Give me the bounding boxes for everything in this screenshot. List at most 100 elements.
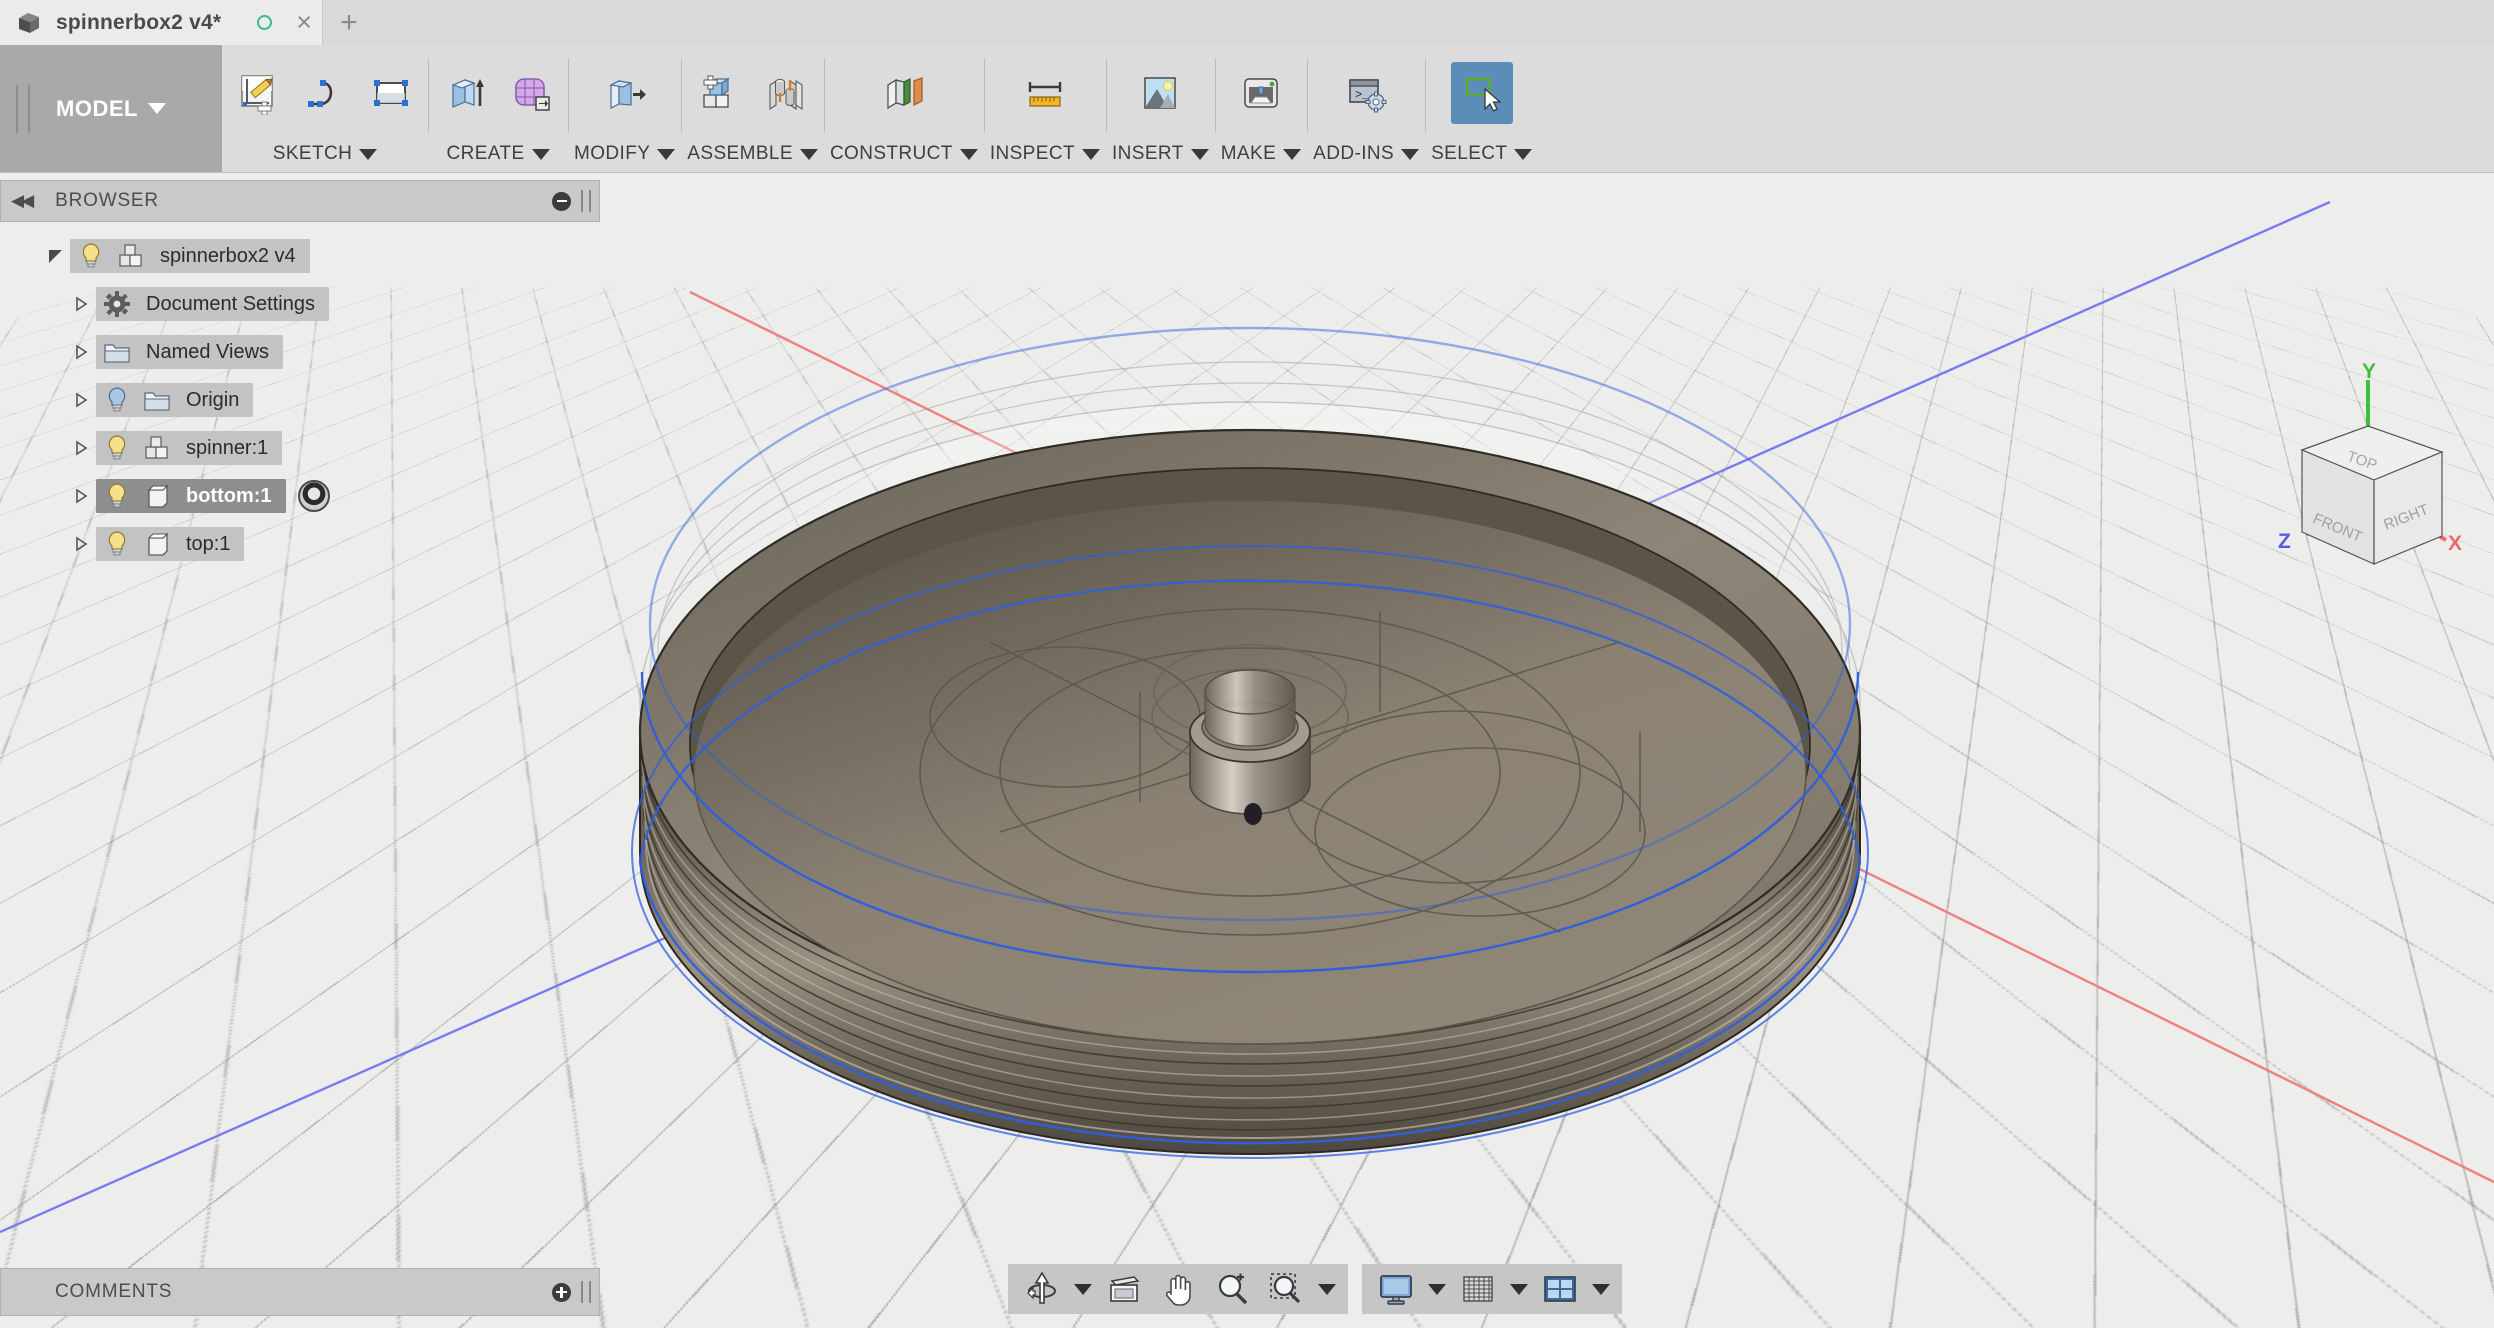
tree-row-root[interactable]: spinnerbox2 v4: [0, 232, 600, 280]
minimize-icon[interactable]: [552, 191, 571, 211]
comments-panel[interactable]: COMMENTS: [0, 1268, 600, 1316]
twisty-right-icon[interactable]: [66, 440, 96, 456]
new-component-icon[interactable]: [689, 62, 751, 124]
close-icon[interactable]: ×: [296, 9, 312, 36]
chevron-down-icon: [531, 148, 550, 160]
chevron-down-icon: [959, 148, 978, 160]
tree-item-bottom[interactable]: bottom:1: [96, 479, 286, 513]
ribbon-label-make[interactable]: MAKE: [1221, 137, 1302, 171]
twisty-right-icon[interactable]: [66, 296, 96, 312]
chevron-down-icon[interactable]: [1074, 1283, 1092, 1295]
chevron-down-icon[interactable]: [1592, 1283, 1610, 1295]
extrude-icon[interactable]: [434, 62, 496, 124]
body-icon: [147, 532, 169, 556]
ribbon-toolbar: MODEL SKETCH CREATE MODIFY ASSEMBLE CONS…: [0, 45, 2494, 173]
zoom-window-icon[interactable]: [1264, 1267, 1308, 1311]
tree-item-document-settings[interactable]: Document Settings: [96, 287, 329, 321]
tree-item-named-views[interactable]: Named Views: [96, 335, 284, 369]
navigation-bar: [1008, 1264, 1622, 1314]
select-window-icon[interactable]: [1450, 62, 1513, 124]
tree-row-document-settings[interactable]: Document Settings: [0, 280, 600, 328]
cube-faces: TOP FRONT RIGHT: [2300, 425, 2444, 565]
ribbon-group-addins: >_ ADD-INS: [1307, 45, 1425, 172]
chevron-down-icon: [657, 148, 676, 160]
light-bulb-icon[interactable]: [102, 529, 132, 559]
viewports-icon[interactable]: [1538, 1267, 1582, 1311]
panel-resize-handle[interactable]: [581, 190, 591, 212]
ribbon-groups: SKETCH CREATE MODIFY ASSEMBLE CONSTRUCT …: [222, 45, 2494, 172]
chevron-down-icon: [1401, 148, 1420, 160]
ribbon-label-modify[interactable]: MODIFY: [574, 137, 676, 171]
workspace-label: MODEL: [56, 95, 138, 121]
script-addin-icon[interactable]: >_: [1335, 62, 1397, 124]
light-bulb-icon[interactable]: [76, 241, 106, 271]
measure-icon[interactable]: [1014, 62, 1076, 124]
construct-icons: [873, 45, 935, 137]
addins-label: ADD-INS: [1313, 143, 1395, 164]
twisty-right-icon[interactable]: [66, 488, 96, 504]
cube-icon: [19, 12, 39, 33]
ribbon-label-create[interactable]: CREATE: [446, 137, 550, 171]
zoom-in-icon[interactable]: [1210, 1267, 1254, 1311]
svg-text:Y: Y: [2362, 360, 2376, 383]
ribbon-label-addins[interactable]: ADD-INS: [1313, 137, 1420, 171]
panel-resize-handle[interactable]: [581, 1281, 591, 1303]
joint-icon[interactable]: [755, 62, 817, 124]
light-bulb-icon[interactable]: [102, 385, 132, 415]
ribbon-label-insert[interactable]: INSERT: [1112, 137, 1209, 171]
chevron-down-icon[interactable]: [1510, 1283, 1528, 1295]
new-tab-button[interactable]: +: [323, 0, 376, 45]
nav-group-view: [1008, 1264, 1348, 1314]
insert-image-icon[interactable]: [1129, 62, 1191, 124]
look-at-icon[interactable]: [1102, 1267, 1146, 1311]
tree-item-origin[interactable]: Origin: [96, 383, 254, 417]
create-form-icon[interactable]: [500, 62, 562, 124]
tree-row-bottom[interactable]: bottom:1: [0, 472, 600, 520]
workspace-switcher[interactable]: MODEL: [0, 45, 222, 172]
tree-item-spinner[interactable]: spinner:1: [96, 431, 283, 465]
fusion360-window: Y Z X TOP FRONT RIGHT spinnerbox2 v4* × …: [0, 0, 2494, 1328]
select-icons: [1450, 45, 1513, 137]
light-bulb-icon[interactable]: [102, 481, 132, 511]
comments-title: COMMENTS: [55, 1281, 173, 1302]
twisty-right-icon[interactable]: [66, 536, 96, 552]
display-settings-icon[interactable]: [1374, 1267, 1418, 1311]
twisty-right-icon[interactable]: [66, 344, 96, 360]
chevron-down-icon[interactable]: [1428, 1283, 1446, 1295]
rectangle-icon[interactable]: [360, 62, 422, 124]
tree-item-top[interactable]: top:1: [96, 527, 245, 561]
tree-row-spinner[interactable]: spinner:1: [0, 424, 600, 472]
orbit-icon[interactable]: [1020, 1267, 1064, 1311]
collapse-left-icon[interactable]: ◀◀: [11, 191, 34, 211]
chevron-down-icon[interactable]: [1318, 1283, 1336, 1295]
add-comment-icon[interactable]: [552, 1282, 571, 1302]
inspect-label: INSPECT: [989, 143, 1075, 164]
tree-item-spinnerbox2[interactable]: spinnerbox2 v4: [70, 239, 310, 273]
contextual-target-icon[interactable]: [297, 480, 330, 512]
tree-row-named-views[interactable]: Named Views: [0, 328, 600, 376]
pan-hand-icon[interactable]: [1156, 1267, 1200, 1311]
create-sketch-icon[interactable]: [228, 62, 290, 124]
offset-plane-icon[interactable]: [873, 62, 935, 124]
body-icon: [147, 484, 169, 508]
ribbon-group-modify: MODIFY: [568, 45, 681, 172]
view-cube[interactable]: Y Z X TOP FRONT RIGHT: [2250, 352, 2480, 572]
ribbon-label-assemble[interactable]: ASSEMBLE: [687, 137, 818, 171]
twisty-right-icon[interactable]: [66, 392, 96, 408]
document-tab[interactable]: spinnerbox2 v4* ×: [0, 0, 324, 45]
tree-row-top[interactable]: top:1: [0, 520, 600, 568]
3d-print-icon[interactable]: [1230, 62, 1292, 124]
light-bulb-icon[interactable]: [102, 433, 132, 463]
press-pull-icon[interactable]: [594, 62, 656, 124]
construct-label: CONSTRUCT: [829, 143, 953, 164]
twisty-down-icon[interactable]: [40, 249, 70, 263]
ribbon-label-inspect[interactable]: INSPECT: [990, 137, 1100, 171]
ribbon-group-assemble: ASSEMBLE: [681, 45, 824, 172]
spline-icon[interactable]: [294, 62, 356, 124]
tree-row-origin[interactable]: Origin: [0, 376, 600, 424]
grid-snaps-icon[interactable]: [1456, 1267, 1500, 1311]
ribbon-label-sketch[interactable]: SKETCH: [273, 137, 378, 171]
tree-label: spinnerbox2 v4: [160, 244, 296, 267]
ribbon-label-construct[interactable]: CONSTRUCT: [830, 137, 978, 171]
ribbon-label-select[interactable]: SELECT: [1431, 137, 1533, 171]
